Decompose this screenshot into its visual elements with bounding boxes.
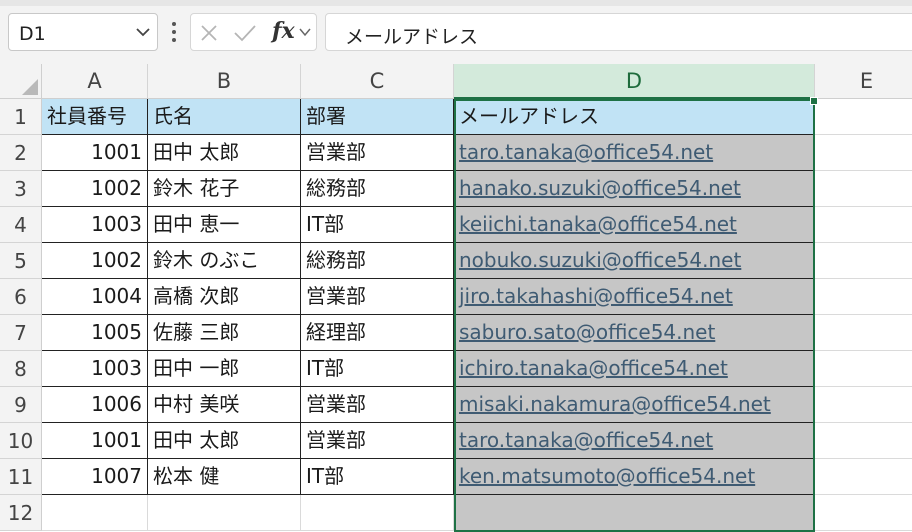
cell-b9[interactable]: 中村 美咲 bbox=[148, 387, 301, 423]
enter-check-icon[interactable] bbox=[233, 23, 257, 43]
cell-a12[interactable] bbox=[42, 495, 148, 531]
cell-e6[interactable] bbox=[815, 279, 912, 315]
cell-e2[interactable] bbox=[815, 135, 912, 171]
formula-text[interactable]: メールアドレス bbox=[345, 22, 478, 49]
cell-a1[interactable]: 社員番号 bbox=[42, 99, 148, 135]
cell-e3[interactable] bbox=[815, 171, 912, 207]
cell-d11[interactable]: ken.matsumoto@office54.net bbox=[454, 459, 815, 495]
expand-chevron-icon[interactable] bbox=[298, 26, 312, 38]
column-header-e[interactable]: E bbox=[815, 64, 912, 99]
cell-c2[interactable]: 営業部 bbox=[301, 135, 454, 171]
insert-function-button[interactable]: fx bbox=[272, 18, 295, 44]
cell-d6[interactable]: jiro.takahashi@office54.net bbox=[454, 279, 815, 315]
cell-d5[interactable]: nobuko.suzuki@office54.net bbox=[454, 243, 815, 279]
column-header-b[interactable]: B bbox=[148, 64, 301, 99]
row-header-9[interactable]: 9 bbox=[0, 387, 42, 423]
row-header-11[interactable]: 11 bbox=[0, 459, 42, 495]
cell-b11[interactable]: 松本 健 bbox=[148, 459, 301, 495]
cell-b8[interactable]: 田中 一郎 bbox=[148, 351, 301, 387]
cell-a4[interactable]: 1003 bbox=[42, 207, 148, 243]
row-header-10[interactable]: 10 bbox=[0, 423, 42, 459]
worksheet-grid[interactable]: A B C D E 1 2 3 4 5 6 7 8 9 10 11 12 社員番… bbox=[0, 64, 912, 532]
cell-c7[interactable]: 経理部 bbox=[301, 315, 454, 351]
row-header-1[interactable]: 1 bbox=[0, 99, 42, 135]
row-header-12[interactable]: 12 bbox=[0, 495, 42, 531]
cell-b3[interactable]: 鈴木 花子 bbox=[148, 171, 301, 207]
select-all-button[interactable] bbox=[0, 64, 42, 99]
cell-c12[interactable] bbox=[301, 495, 454, 531]
cancel-icon[interactable] bbox=[199, 23, 219, 43]
cell-d4[interactable]: keiichi.tanaka@office54.net bbox=[454, 207, 815, 243]
cell-e12[interactable] bbox=[815, 495, 912, 531]
row-header-4[interactable]: 4 bbox=[0, 207, 42, 243]
fill-handle[interactable] bbox=[810, 97, 818, 105]
cell-a3[interactable]: 1002 bbox=[42, 171, 148, 207]
cell-a9[interactable]: 1006 bbox=[42, 387, 148, 423]
cell-c4[interactable]: IT部 bbox=[301, 207, 454, 243]
row-header-8[interactable]: 8 bbox=[0, 351, 42, 387]
formula-bar-area: D1 fx メールアドレス bbox=[0, 0, 912, 64]
cell-d10[interactable]: taro.tanaka@office54.net bbox=[454, 423, 815, 459]
cell-d8[interactable]: ichiro.tanaka@office54.net bbox=[454, 351, 815, 387]
formula-input[interactable]: メールアドレス bbox=[325, 13, 912, 51]
cell-a7[interactable]: 1005 bbox=[42, 315, 148, 351]
cell-e5[interactable] bbox=[815, 243, 912, 279]
cell-c1[interactable]: 部署 bbox=[301, 99, 454, 135]
cell-d1[interactable]: メールアドレス bbox=[454, 99, 815, 135]
cell-b10[interactable]: 田中 太郎 bbox=[148, 423, 301, 459]
cell-d3[interactable]: hanako.suzuki@office54.net bbox=[454, 171, 815, 207]
row-header-6[interactable]: 6 bbox=[0, 279, 42, 315]
cell-d12[interactable] bbox=[454, 495, 815, 531]
cell-b6[interactable]: 高橋 次郎 bbox=[148, 279, 301, 315]
column-header-a[interactable]: A bbox=[42, 64, 148, 99]
cell-d2[interactable]: taro.tanaka@office54.net bbox=[454, 135, 815, 171]
cell-e9[interactable] bbox=[815, 387, 912, 423]
cell-b5[interactable]: 鈴木 のぶこ bbox=[148, 243, 301, 279]
cell-a5[interactable]: 1002 bbox=[42, 243, 148, 279]
column-header-d[interactable]: D bbox=[454, 64, 815, 99]
cell-e7[interactable] bbox=[815, 315, 912, 351]
cell-a8[interactable]: 1003 bbox=[42, 351, 148, 387]
row-header-5[interactable]: 5 bbox=[0, 243, 42, 279]
cell-c11[interactable]: IT部 bbox=[301, 459, 454, 495]
cell-c6[interactable]: 営業部 bbox=[301, 279, 454, 315]
cell-c10[interactable]: 営業部 bbox=[301, 423, 454, 459]
cell-b7[interactable]: 佐藤 三郎 bbox=[148, 315, 301, 351]
cell-c9[interactable]: 営業部 bbox=[301, 387, 454, 423]
column-header-c[interactable]: C bbox=[301, 64, 454, 99]
cell-b2[interactable]: 田中 太郎 bbox=[148, 135, 301, 171]
cell-e8[interactable] bbox=[815, 351, 912, 387]
row-header-2[interactable]: 2 bbox=[0, 135, 42, 171]
cell-d9[interactable]: misaki.nakamura@office54.net bbox=[454, 387, 815, 423]
ribbon-edge bbox=[0, 0, 912, 6]
cell-a2[interactable]: 1001 bbox=[42, 135, 148, 171]
row-header-3[interactable]: 3 bbox=[0, 171, 42, 207]
cell-e10[interactable] bbox=[815, 423, 912, 459]
cell-a11[interactable]: 1007 bbox=[42, 459, 148, 495]
chevron-down-icon[interactable] bbox=[135, 25, 151, 39]
cell-d7[interactable]: saburo.sato@office54.net bbox=[454, 315, 815, 351]
cell-e11[interactable] bbox=[815, 459, 912, 495]
cell-b1[interactable]: 氏名 bbox=[148, 99, 301, 135]
name-box-value[interactable]: D1 bbox=[19, 23, 46, 45]
cell-b12[interactable] bbox=[148, 495, 301, 531]
cell-c5[interactable]: 総務部 bbox=[301, 243, 454, 279]
cell-c8[interactable]: IT部 bbox=[301, 351, 454, 387]
more-options-icon[interactable] bbox=[169, 20, 179, 44]
name-box[interactable]: D1 bbox=[8, 13, 158, 51]
cell-c3[interactable]: 総務部 bbox=[301, 171, 454, 207]
cell-a6[interactable]: 1004 bbox=[42, 279, 148, 315]
cell-b4[interactable]: 田中 恵一 bbox=[148, 207, 301, 243]
cell-e1[interactable] bbox=[815, 99, 912, 135]
row-header-7[interactable]: 7 bbox=[0, 315, 42, 351]
cell-a10[interactable]: 1001 bbox=[42, 423, 148, 459]
cell-e4[interactable] bbox=[815, 207, 912, 243]
formula-controls: fx bbox=[190, 13, 317, 51]
select-all-triangle-icon bbox=[22, 79, 38, 95]
